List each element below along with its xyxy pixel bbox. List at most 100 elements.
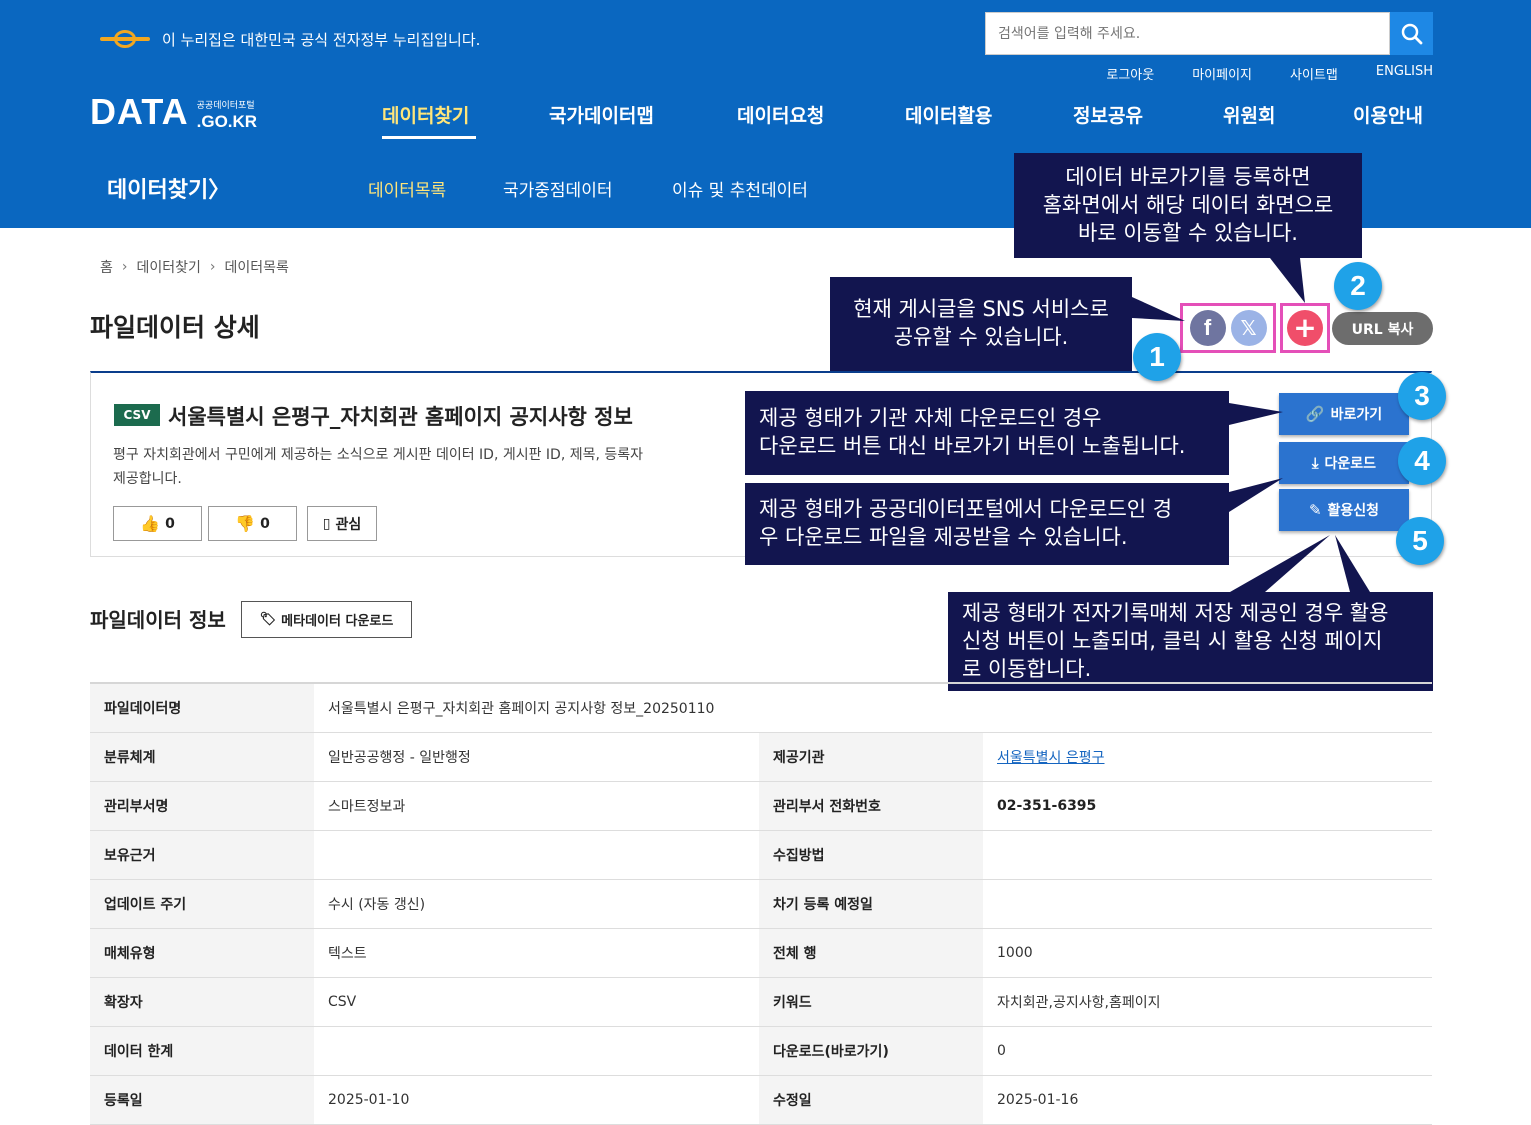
table-header-cell: 관리부서명: [90, 781, 314, 831]
file-data-info-table: 파일데이터명 서울특별시 은평구_자치회관 홈페이지 공지사항 정보_20250…: [90, 682, 1432, 1125]
gnb-guide[interactable]: 이용안내: [1353, 101, 1423, 128]
table-header-cell: 확장자: [90, 977, 314, 1027]
table-header-cell: 수정일: [759, 1075, 983, 1125]
download-button[interactable]: ⤓ 다운로드: [1279, 442, 1409, 484]
badge-1: 1: [1133, 333, 1181, 381]
table-header-cell: 차기 등록 예정일: [759, 879, 983, 929]
chevron-right-icon: ›: [209, 259, 216, 275]
shortcut-button[interactable]: 🔗 바로가기: [1279, 393, 1409, 435]
metadata-download-button[interactable]: 🏷 메타데이터 다운로드: [241, 601, 412, 638]
add-shortcut-button[interactable]: +: [1287, 310, 1323, 346]
table-row: 보유근거 수집방법: [90, 830, 1432, 880]
table-header-cell: 전체 행: [759, 928, 983, 978]
english-link[interactable]: ENGLISH: [1376, 64, 1433, 83]
table-header-cell: 매체유형: [90, 928, 314, 978]
table-header-cell: 관리부서 전화번호: [759, 781, 983, 831]
table-header-cell: 수집방법: [759, 830, 983, 880]
table-row: 확장자 CSV 키워드 자치회관,공지사항,홈페이지: [90, 977, 1432, 1027]
dislike-button[interactable]: 👎 0: [208, 506, 297, 541]
table-header-cell: 파일데이터명: [90, 683, 314, 733]
callout-apply-button: 제공 형태가 전자기록매체 저장 제공인 경우 활용 신청 버튼이 노출되며, …: [948, 592, 1433, 691]
table-cell: 자치회관,공지사항,홈페이지: [983, 977, 1432, 1027]
table-cell: 1000: [983, 928, 1432, 978]
x-share-button[interactable]: 𝕏: [1230, 310, 1267, 346]
table-header-cell: 등록일: [90, 1075, 314, 1125]
mypage-link[interactable]: 마이페이지: [1192, 64, 1252, 83]
table-row: 매체유형 텍스트 전체 행 1000: [90, 928, 1432, 978]
table-header-cell: 보유근거: [90, 830, 314, 880]
breadcrumb-home[interactable]: 홈: [100, 257, 113, 277]
dataset-title: 서울특별시 은평구_자치회관 홈페이지 공지사항 정보: [168, 405, 633, 429]
table-row: 업데이트 주기 수시 (자동 갱신) 차기 등록 예정일: [90, 879, 1432, 929]
search-button[interactable]: [1390, 12, 1433, 55]
table-cell: 2025-01-10: [314, 1075, 759, 1125]
gnb-data-use[interactable]: 데이터활용: [905, 101, 992, 128]
gnb-info-share[interactable]: 정보공유: [1073, 101, 1143, 128]
lnb-national-key-data[interactable]: 국가중점데이터: [503, 176, 612, 201]
table-header-cell: 데이터 한계: [90, 1026, 314, 1076]
breadcrumb-data-search[interactable]: 데이터찾기: [137, 257, 201, 277]
search-box: [985, 12, 1433, 55]
sitemap-link[interactable]: 사이트맵: [1290, 64, 1338, 83]
table-cell: 스마트정보과: [314, 781, 759, 831]
utility-links: 로그아웃 마이페이지 사이트맵 ENGLISH: [1068, 64, 1433, 83]
shortcut-register-highlight: +: [1280, 303, 1330, 353]
global-nav: 데이터찾기 국가데이터맵 데이터요청 데이터활용 정보공유 위원회 이용안내: [0, 101, 1531, 139]
table-cell: [314, 830, 759, 880]
lnb-issue-recommend[interactable]: 이슈 및 추천데이터: [672, 176, 808, 201]
tag-icon: 🏷: [259, 612, 277, 627]
facebook-share-button[interactable]: f: [1189, 310, 1226, 346]
url-copy-button[interactable]: URL 복사: [1332, 312, 1433, 345]
lnb-data-list[interactable]: 데이터목록: [368, 176, 446, 201]
plus-icon: +: [1293, 311, 1317, 344]
table-header-cell: 제공기관: [759, 732, 983, 782]
table-cell: [983, 830, 1432, 880]
gov-notice-text: 이 누리집은 대한민국 공식 전자정부 누리집입니다.: [162, 30, 481, 49]
bookmark-icon: ▯: [322, 515, 331, 532]
callout-sns-share: 현재 게시글을 SNS 서비스로 공유할 수 있습니다.: [830, 277, 1132, 371]
lnb-title[interactable]: 데이터찾기〉: [107, 172, 230, 204]
chevron-right-icon: ›: [121, 259, 128, 275]
table-header-cell: 분류체계: [90, 732, 314, 782]
search-input[interactable]: [985, 12, 1390, 55]
table-row: 등록일 2025-01-10 수정일 2025-01-16: [90, 1075, 1432, 1125]
breadcrumb: 홈 › 데이터찾기 › 데이터목록: [100, 257, 289, 277]
table-cell: 수시 (자동 갱신): [314, 879, 759, 929]
table-header-cell: 다운로드(바로가기): [759, 1026, 983, 1076]
search-icon: [1401, 23, 1422, 44]
apply-button[interactable]: ✎ 활용신청: [1279, 489, 1409, 531]
page-title: 파일데이터 상세: [90, 313, 260, 342]
dataset-description: 평구 자치회관에서 구민에게 제공하는 소식으로 게시판 데이터 ID, 게시판…: [113, 447, 644, 487]
callout-download-button: 제공 형태가 공공데이터포털에서 다운로드인 경 우 다운로드 파일을 제공받을…: [745, 483, 1229, 565]
facebook-icon: f: [1203, 315, 1212, 340]
badge-2: 2: [1334, 262, 1382, 310]
callout-1-pointer: [1132, 297, 1185, 321]
table-header-cell: 키워드: [759, 977, 983, 1027]
provider-link[interactable]: 서울특별시 은평구: [983, 732, 1432, 782]
table-row: 데이터 한계 다운로드(바로가기) 0: [90, 1026, 1432, 1076]
gnb-active-underline: [382, 136, 476, 139]
callout-shortcut-button: 제공 형태가 기관 자체 다운로드인 경우 다운로드 버튼 대신 바로가기 버튼…: [745, 391, 1229, 475]
thumbs-down-icon: 👎: [235, 514, 256, 533]
table-cell: 02-351-6395: [983, 781, 1432, 831]
gnb-data-search[interactable]: 데이터찾기: [382, 101, 469, 128]
table-cell: 2025-01-16: [983, 1075, 1432, 1125]
table-cell: [314, 1026, 759, 1076]
pencil-icon: ✎: [1308, 501, 1322, 519]
table-cell: 일반공공행정 - 일반행정: [314, 732, 759, 782]
interest-button[interactable]: ▯ 관심: [307, 506, 377, 541]
gnb-committee[interactable]: 위원회: [1223, 101, 1275, 128]
badge-3: 3: [1398, 372, 1446, 420]
thumbs-up-icon: 👍: [140, 514, 161, 533]
logout-link[interactable]: 로그아웃: [1106, 64, 1154, 83]
table-row: 분류체계 일반공공행정 - 일반행정 제공기관 서울특별시 은평구: [90, 732, 1432, 782]
x-icon: 𝕏: [1240, 316, 1257, 340]
egov-logo-icon: [100, 28, 150, 50]
breadcrumb-data-list[interactable]: 데이터목록: [225, 257, 289, 277]
link-icon: 🔗: [1305, 405, 1325, 423]
file-data-info-title: 파일데이터 정보: [90, 608, 226, 632]
like-button[interactable]: 👍 0: [113, 506, 202, 541]
gnb-national-data-map[interactable]: 국가데이터맵: [549, 101, 654, 128]
badge-5: 5: [1396, 517, 1444, 565]
gnb-data-request[interactable]: 데이터요청: [737, 101, 824, 128]
